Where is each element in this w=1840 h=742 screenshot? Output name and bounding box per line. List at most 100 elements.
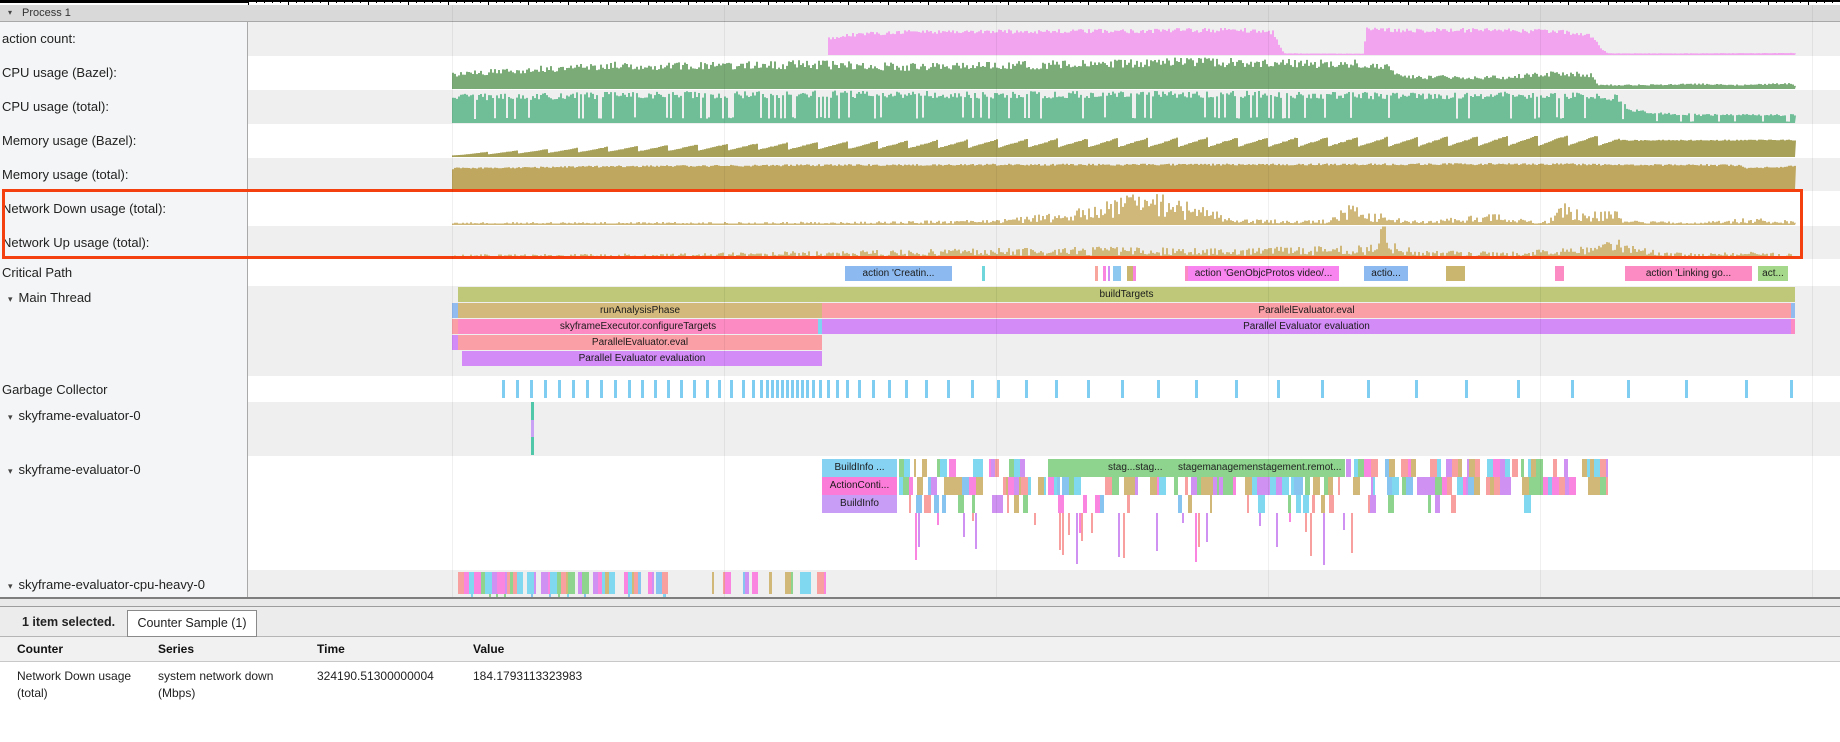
- evaluator-slice[interactable]: [909, 477, 913, 495]
- evaluator-slice[interactable]: [1475, 459, 1480, 477]
- gc-event-tick[interactable]: [905, 380, 908, 398]
- evaluator-slice[interactable]: [1447, 477, 1452, 495]
- cpu-heavy-slice[interactable]: [638, 572, 641, 594]
- evaluator-slice[interactable]: [1552, 477, 1559, 495]
- gc-event-tick[interactable]: [706, 380, 709, 398]
- evaluator-slice[interactable]: [917, 477, 923, 495]
- gc-event-tick[interactable]: [836, 380, 839, 398]
- collapse-arrow-icon[interactable]: ▾: [8, 466, 13, 476]
- cpu-heavy-slice[interactable]: [517, 572, 523, 594]
- evaluator-slice[interactable]: [1411, 459, 1416, 477]
- evaluator-slice[interactable]: [1364, 459, 1371, 477]
- collapse-arrow-icon[interactable]: ▾: [8, 8, 12, 17]
- evaluator-slice[interactable]: [1328, 477, 1333, 495]
- evaluator-slice[interactable]: [1105, 477, 1112, 495]
- gc-event-tick[interactable]: [516, 380, 519, 398]
- evaluator-slice[interactable]: [1524, 495, 1531, 513]
- gc-event-tick[interactable]: [827, 380, 830, 398]
- gc-event-tick[interactable]: [730, 380, 733, 398]
- evaluator-slice[interactable]: [1451, 495, 1456, 513]
- evaluator-slice[interactable]: [1493, 459, 1500, 477]
- gc-event-tick[interactable]: [791, 380, 794, 398]
- evaluator-slice[interactable]: [1112, 477, 1119, 495]
- gc-event-tick[interactable]: [752, 380, 755, 398]
- evaluator-slice[interactable]: [1028, 477, 1031, 495]
- evaluator-slice[interactable]: [1021, 477, 1028, 495]
- cpu-heavy-slice[interactable]: [725, 572, 731, 594]
- critical-path-span[interactable]: action 'Creatin...: [845, 266, 952, 281]
- evaluator-slice[interactable]: [1233, 477, 1236, 495]
- cpu-heavy-slice[interactable]: [534, 572, 536, 594]
- evaluator-slice[interactable]: [909, 495, 911, 513]
- cpu-heavy-slice[interactable]: [662, 572, 668, 594]
- gc-event-tick[interactable]: [771, 380, 774, 398]
- gc-event-tick[interactable]: [846, 380, 849, 398]
- gc-event-tick[interactable]: [530, 380, 533, 398]
- evaluator-slice[interactable]: [1247, 495, 1249, 513]
- gc-event-tick[interactable]: [806, 380, 809, 398]
- evaluator-slice[interactable]: [1388, 495, 1394, 513]
- critical-path-span[interactable]: [1133, 266, 1136, 281]
- gc-event-tick[interactable]: [1465, 380, 1468, 398]
- evaluator-slice[interactable]: [1023, 495, 1028, 513]
- evaluator-slice[interactable]: [904, 459, 910, 477]
- evaluator-slice[interactable]: [998, 495, 1003, 513]
- counter-chart-cpu-bazel[interactable]: [0, 56, 1840, 90]
- main-thread-span[interactable]: buildTargets: [458, 287, 1795, 302]
- evaluator-slice[interactable]: [1373, 477, 1375, 495]
- critical-path-span[interactable]: [1103, 266, 1106, 281]
- evaluator-slice[interactable]: [1313, 477, 1320, 495]
- cpu-heavy-slice[interactable]: [800, 572, 807, 594]
- gc-event-tick[interactable]: [781, 380, 784, 398]
- track-label-main-thread[interactable]: ▾Main Thread: [8, 290, 91, 305]
- evaluator-slice[interactable]: [1210, 495, 1212, 513]
- evaluator-slice[interactable]: [1127, 495, 1130, 513]
- track-label-skyframe-evaluator-0b[interactable]: ▾skyframe-evaluator-0: [8, 462, 141, 477]
- main-thread-span[interactable]: runAnalysisPhase: [458, 303, 822, 318]
- evaluator-slice[interactable]: [1007, 495, 1009, 513]
- main-thread-span[interactable]: ParallelEvaluator.eval: [822, 303, 1791, 318]
- critical-path-span[interactable]: action 'GenObjcProtos video/...: [1188, 266, 1339, 281]
- evaluator-span[interactable]: ActionConti...: [822, 477, 897, 495]
- evaluator-slice[interactable]: [1569, 477, 1576, 495]
- evaluator-slice[interactable]: [1014, 495, 1019, 513]
- evaluator-slice[interactable]: [969, 477, 976, 495]
- counter-chart-action-count[interactable]: [0, 22, 1840, 56]
- evaluator-slice[interactable]: [1185, 477, 1188, 495]
- gc-event-tick[interactable]: [586, 380, 589, 398]
- collapse-arrow-icon[interactable]: ▾: [8, 294, 13, 304]
- cpu-heavy-slice[interactable]: [550, 572, 557, 594]
- evaluator-slice[interactable]: [1437, 459, 1441, 477]
- gc-event-tick[interactable]: [1121, 380, 1124, 398]
- panel-splitter[interactable]: [0, 597, 1840, 607]
- gc-event-tick[interactable]: [1517, 380, 1520, 398]
- cpu-heavy-slice[interactable]: [817, 572, 824, 594]
- evaluator-slice[interactable]: [958, 495, 964, 513]
- critical-path-span[interactable]: actio...: [1364, 266, 1408, 281]
- gc-event-tick[interactable]: [766, 380, 769, 398]
- evaluator-slice[interactable]: [1299, 477, 1303, 495]
- gc-event-tick[interactable]: [502, 380, 505, 398]
- gc-event-tick[interactable]: [628, 380, 631, 398]
- evaluator-span[interactable]: BuildInfo: [822, 495, 897, 513]
- main-thread-span[interactable]: Parallel Evaluator evaluation: [822, 319, 1791, 334]
- critical-path-span[interactable]: action 'Linking go...: [1625, 266, 1752, 281]
- evaluator-slice[interactable]: [1389, 459, 1395, 477]
- evaluator-slice[interactable]: [940, 459, 947, 477]
- gc-event-tick[interactable]: [641, 380, 644, 398]
- gc-event-tick[interactable]: [1087, 380, 1090, 398]
- evaluator-slice[interactable]: [1606, 477, 1608, 495]
- counter-chart-mem-bazel[interactable]: [0, 124, 1840, 158]
- evaluator-slice[interactable]: [1392, 477, 1399, 495]
- evaluator-slice[interactable]: [1505, 459, 1510, 477]
- critical-path-span[interactable]: [1108, 266, 1110, 281]
- gc-event-tick[interactable]: [693, 380, 696, 398]
- gc-event-tick[interactable]: [614, 380, 617, 398]
- evaluator-slice[interactable]: [942, 495, 946, 513]
- gc-event-tick[interactable]: [786, 380, 789, 398]
- counter-chart-net-down[interactable]: [0, 191, 1840, 226]
- evaluator-slice[interactable]: [1474, 477, 1480, 495]
- evaluator-slice[interactable]: [1057, 477, 1060, 495]
- gc-event-tick[interactable]: [858, 380, 861, 398]
- gc-event-tick[interactable]: [1627, 380, 1630, 398]
